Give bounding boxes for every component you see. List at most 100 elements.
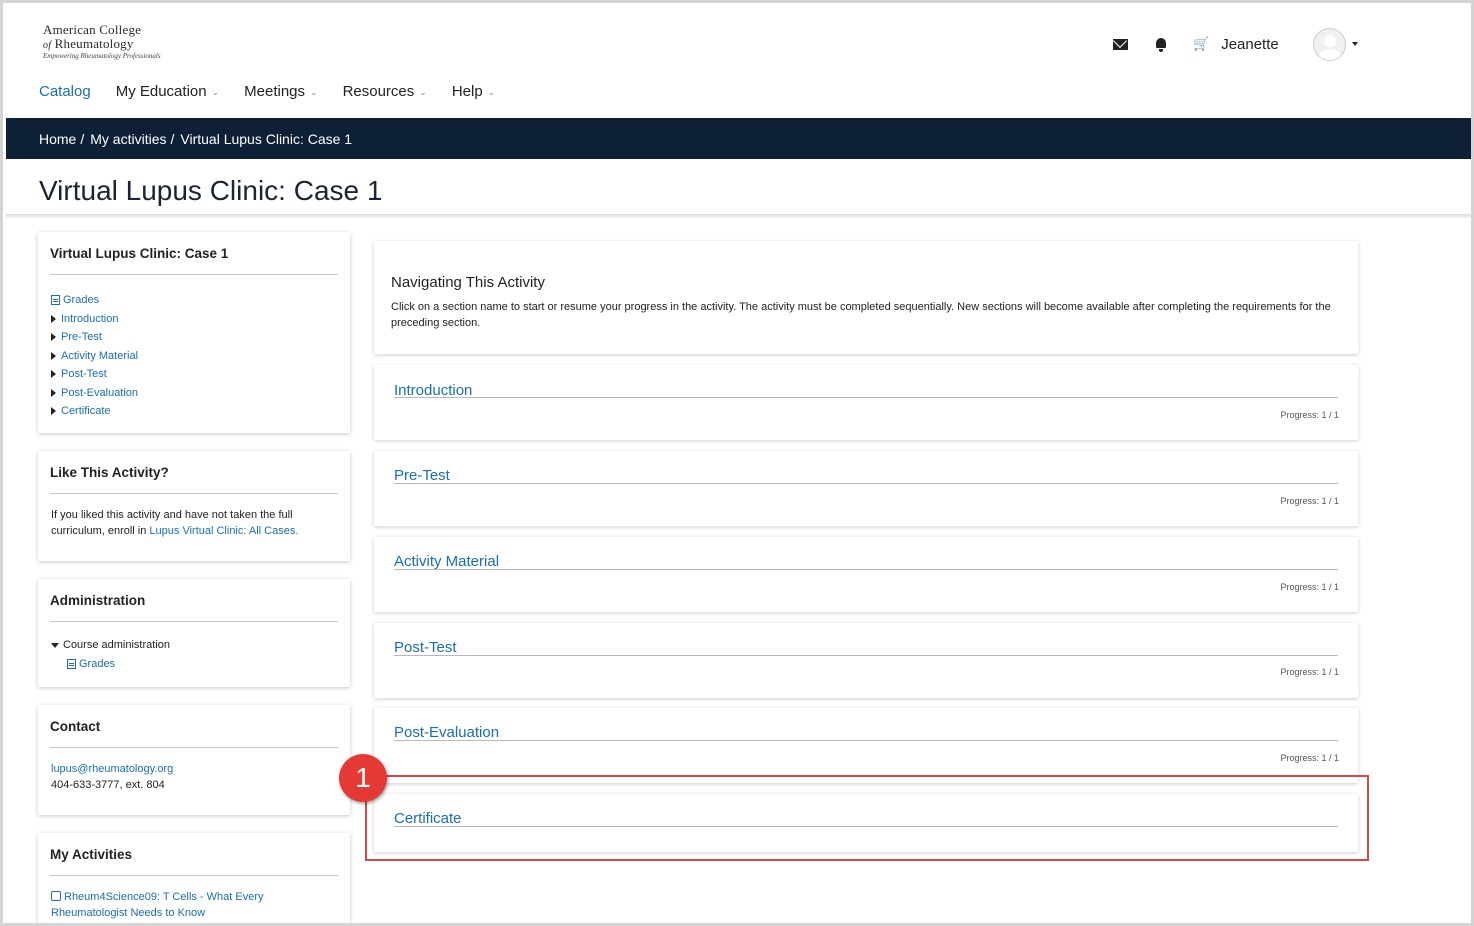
tree-label: Post-Test bbox=[61, 368, 107, 381]
tree-item-activity-material[interactable]: Activity Material bbox=[51, 347, 337, 366]
nav-label: Catalog bbox=[39, 83, 91, 100]
section-link-post-test[interactable]: Post-Test bbox=[394, 639, 457, 656]
grades-icon bbox=[51, 295, 60, 306]
block-title: Contact bbox=[50, 719, 101, 734]
navigating-panel: Navigating This Activity Click on a sect… bbox=[374, 241, 1358, 354]
section-progress: Progress: 1 / 1 bbox=[1280, 667, 1339, 677]
title-divider bbox=[6, 214, 1471, 218]
acr-logo[interactable]: American College of Rheumatology Empower… bbox=[43, 23, 161, 60]
navigating-description: Click on a section name to start or resu… bbox=[391, 301, 1331, 329]
breadcrumb-home[interactable]: Home bbox=[39, 131, 76, 147]
chevron-down-icon: ⌄ bbox=[487, 87, 496, 97]
callout-highlight-box bbox=[365, 775, 1369, 861]
block-title: Administration bbox=[50, 593, 146, 608]
tree-item-grades[interactable]: Grades bbox=[51, 291, 337, 310]
logo-tagline: Empowering Rheumatology Professionals bbox=[43, 52, 161, 60]
tree-label: Grades bbox=[63, 294, 100, 307]
tree-label: Course administration bbox=[63, 639, 170, 652]
triangle-right-icon bbox=[51, 351, 56, 360]
grades-icon bbox=[67, 658, 76, 669]
logo-line1: American College bbox=[43, 22, 142, 37]
block-title: Like This Activity? bbox=[50, 465, 169, 480]
page-title: Virtual Lupus Clinic: Case 1 bbox=[39, 175, 383, 206]
my-activities-block: My Activities Rheum4Science09: T Cells -… bbox=[38, 833, 350, 923]
section-progress: Progress: 1 / 1 bbox=[1280, 753, 1339, 763]
cart-icon[interactable]: 🛒 bbox=[1193, 36, 1209, 52]
nav-resources[interactable]: Resources ⌄ bbox=[343, 83, 427, 100]
nav-catalog[interactable]: Catalog bbox=[39, 83, 91, 100]
divider bbox=[394, 740, 1338, 741]
tree-label: Activity Material bbox=[61, 349, 139, 362]
callout-badge: 1 bbox=[339, 754, 387, 802]
activity-icon bbox=[51, 891, 61, 901]
tree-item-introduction[interactable]: Introduction bbox=[51, 310, 337, 329]
tree-label: Pre-Test bbox=[61, 331, 102, 344]
section-link-post-evaluation[interactable]: Post-Evaluation bbox=[394, 724, 499, 741]
tree-label: Certificate bbox=[61, 405, 111, 418]
contact-phone: 404-633-3777, ext. 804 bbox=[51, 779, 165, 791]
my-activity-link[interactable]: Rheum4Science09: T Cells - What Every Rh… bbox=[51, 891, 264, 919]
breadcrumb-current: Virtual Lupus Clinic: Case 1 bbox=[180, 130, 353, 147]
user-toolbar: 🛒 Jeanette bbox=[1113, 27, 1358, 61]
nav-label: My Education bbox=[115, 83, 207, 100]
section-card-post-evaluation: Post-Evaluation Progress: 1 / 1 bbox=[374, 708, 1358, 783]
nav-label: Help bbox=[451, 83, 483, 100]
tree-label: Post-Evaluation bbox=[61, 386, 139, 399]
tree-item-certificate[interactable]: Certificate bbox=[51, 402, 337, 421]
tree-item-post-evaluation[interactable]: Post-Evaluation bbox=[51, 384, 337, 403]
navigating-title: Navigating This Activity bbox=[391, 274, 545, 291]
tree-label: Introduction bbox=[61, 312, 119, 325]
like-text: If you liked this activity and have not … bbox=[38, 494, 350, 539]
mail-icon[interactable] bbox=[1113, 38, 1128, 50]
divider bbox=[394, 483, 1338, 484]
triangle-right-icon bbox=[51, 370, 56, 379]
bell-icon[interactable] bbox=[1155, 37, 1167, 52]
breadcrumb-separator: / bbox=[170, 130, 175, 147]
triangle-right-icon bbox=[51, 388, 56, 397]
activity-nav-block: Virtual Lupus Clinic: Case 1 Grades Intr… bbox=[38, 232, 350, 433]
divider bbox=[394, 655, 1338, 656]
like-activity-block: Like This Activity? If you liked this ac… bbox=[38, 451, 350, 561]
block-title: Virtual Lupus Clinic: Case 1 bbox=[50, 246, 229, 261]
section-card-activity-material: Activity Material Progress: 1 / 1 bbox=[374, 537, 1358, 612]
main-nav: Catalog My Education ⌄ Meetings ⌄ Resource… bbox=[39, 83, 520, 100]
caret-down-icon[interactable] bbox=[1351, 42, 1358, 46]
chevron-down-icon: ⌄ bbox=[419, 87, 427, 97]
triangle-down-icon bbox=[51, 642, 59, 648]
all-cases-link[interactable]: Lupus Virtual Clinic: All Cases bbox=[149, 525, 295, 537]
breadcrumb: Home / My activities / Virtual Lupus Clini… bbox=[6, 118, 1471, 159]
section-link-activity-material[interactable]: Activity Material bbox=[394, 553, 499, 570]
admin-tree: Course administration Grades bbox=[38, 622, 350, 673]
nav-help[interactable]: Help ⌄ bbox=[452, 83, 495, 100]
activity-tree: Grades Introduction Pre-Test Activity Ma… bbox=[38, 275, 350, 421]
nav-my-education[interactable]: My Education ⌄ bbox=[116, 83, 219, 100]
breadcrumb-my-activities[interactable]: My activities bbox=[90, 131, 166, 147]
section-progress: Progress: 1 / 1 bbox=[1280, 496, 1339, 506]
block-title: My Activities bbox=[50, 847, 133, 862]
tree-item-post-test[interactable]: Post-Test bbox=[51, 365, 337, 384]
administration-block: Administration Course administration Gra… bbox=[38, 579, 350, 687]
tree-label: Grades bbox=[79, 657, 116, 670]
contact-block: Contact lupus@rheumatology.org 404-633-3… bbox=[38, 705, 350, 815]
nav-meetings[interactable]: Meetings ⌄ bbox=[244, 83, 317, 100]
section-link-pre-test[interactable]: Pre-Test bbox=[394, 467, 450, 484]
user-name[interactable]: Jeanette bbox=[1221, 36, 1279, 53]
section-progress: Progress: 1 / 1 bbox=[1280, 582, 1339, 592]
avatar[interactable] bbox=[1312, 27, 1346, 61]
nav-label: Meetings bbox=[244, 83, 306, 100]
triangle-right-icon bbox=[51, 407, 56, 416]
section-card-post-test: Post-Test Progress: 1 / 1 bbox=[374, 623, 1358, 698]
nav-label: Resources bbox=[342, 83, 415, 100]
chevron-down-icon: ⌄ bbox=[211, 87, 220, 97]
breadcrumb-separator: / bbox=[80, 130, 85, 147]
contact-email-link[interactable]: lupus@rheumatology.org bbox=[51, 761, 337, 777]
section-card-pre-test: Pre-Test Progress: 1 / 1 bbox=[374, 451, 1358, 526]
divider bbox=[394, 569, 1338, 570]
tree-item-course-administration[interactable]: Course administration bbox=[51, 636, 337, 655]
section-card-introduction: Introduction Progress: 1 / 1 bbox=[374, 365, 1358, 440]
logo-of: of bbox=[43, 40, 52, 51]
tree-item-admin-grades[interactable]: Grades bbox=[51, 655, 337, 674]
tree-item-pre-test[interactable]: Pre-Test bbox=[51, 328, 337, 347]
logo-line2: Rheumatology bbox=[54, 36, 134, 51]
app-window: American College of Rheumatology Empower… bbox=[0, 0, 1474, 926]
